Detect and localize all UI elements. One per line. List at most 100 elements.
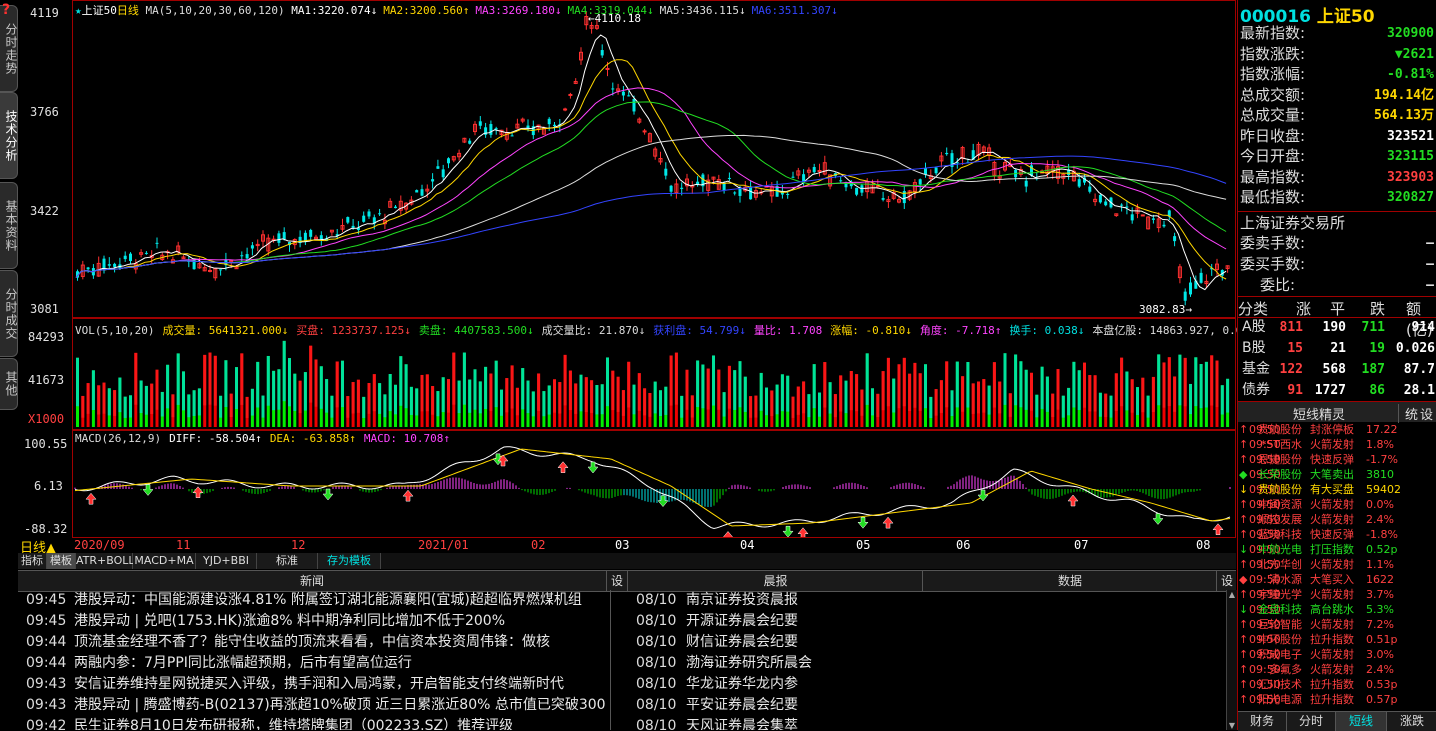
morning-title: 开源证券晨会纪要	[686, 613, 798, 629]
volume-overlay	[1104, 393, 1108, 417]
candle-body	[420, 189, 424, 196]
candle-body	[786, 193, 790, 195]
category-flat: 1727	[1314, 383, 1346, 398]
sprite-item[interactable]: ◆ 09:50 清水源 大笔买入 1622	[1238, 572, 1436, 587]
category-amount: 0.026	[1395, 341, 1435, 356]
sprite-settings-button[interactable]: 设	[1420, 404, 1433, 423]
morning-date: 08/10	[636, 592, 677, 608]
candle-body	[441, 169, 445, 178]
news-scrollbar[interactable]: ▲ ▼	[1226, 590, 1237, 730]
morning-title: 华龙证券华龙内参	[686, 676, 798, 692]
sprite-event: 火箭发射	[1310, 498, 1354, 511]
price-chart[interactable]: ★上证50日线 MA(5,10,20,30,60,120) MA1:3220.0…	[72, 0, 1236, 318]
sprite-item[interactable]: ↑ 09:50 北方华创 火箭发射 1.1%	[1238, 557, 1436, 572]
sprite-item[interactable]: ↑ 09:50 汇川技术 拉升指数 0.53p	[1238, 677, 1436, 692]
sprite-stock: 阳光电源	[1258, 693, 1302, 706]
tab-macd-ma[interactable]: MACD+MA	[133, 553, 196, 569]
morning-item[interactable]: 08/10 天风证券晨会集萃	[628, 716, 1226, 730]
tab-atr-boll[interactable]: ATR+BOLL	[76, 553, 135, 569]
candle-body	[749, 186, 753, 200]
news-item[interactable]: 09:44 两融内参：7月PPI同比涨幅超预期，后市有望高位运行	[18, 653, 630, 674]
volume-overlay	[182, 371, 185, 411]
sprite-item[interactable]: ↑ 09:50 积成电子 火箭发射 3.0%	[1238, 647, 1436, 662]
candle-body	[563, 108, 568, 111]
candle-body	[627, 95, 631, 97]
sprite-item[interactable]: ↓ 09:50 金盘科技 高台跳水 5.3%	[1238, 602, 1436, 617]
morning-item[interactable]: 08/10 渤海证券研究所晨会	[628, 653, 1226, 674]
tab-indicator[interactable]: 指标	[18, 553, 47, 569]
tab-data[interactable]: 数据	[922, 571, 1217, 591]
question-icon[interactable]: ?	[2, 2, 10, 18]
morning-item[interactable]: 08/10 南京证券投资晨报	[628, 590, 1226, 611]
sprite-item[interactable]: ↓ 09:50 贵航股份 有大买盘 59402	[1238, 482, 1436, 497]
tab-updown[interactable]: 涨跌	[1387, 712, 1436, 731]
volume-chart[interactable]: VOL(5,10,20) 成交量: 5641321.000↓ 买盘: 1233737…	[72, 318, 1276, 430]
candle-body	[839, 180, 843, 182]
sprite-item[interactable]: ↑ 09:50 蓝晓科技 快速反弹 -1.8%	[1238, 527, 1436, 542]
sprite-item[interactable]: ↑ 09:50 阳光电源 拉升指数 0.57p	[1238, 692, 1436, 707]
sprite-stats-button[interactable]: 统	[1398, 404, 1418, 423]
tab-template[interactable]: 模板	[47, 553, 76, 569]
sprite-item[interactable]: ↑ 09:50 中闽资源 火箭发射 0.0%	[1238, 497, 1436, 512]
morning-date: 08/10	[636, 697, 677, 713]
death-cross-arrow-icon	[322, 488, 334, 501]
morning-item[interactable]: 08/10 财信证券晨会纪要	[628, 632, 1226, 653]
sprite-item[interactable]: ↑ 09:50 恩捷股份 快速反弹 -1.7%	[1238, 452, 1436, 467]
news-item[interactable]: 09:45 港股异动：中国能源建设涨4.81% 附属签订湖北能源襄阳(宜城)超超临…	[18, 590, 630, 611]
news-settings-button[interactable]: 设	[606, 571, 627, 591]
volume-overlay	[982, 379, 986, 413]
sprite-item[interactable]: ↑ 09:50 多氟多 火箭发射 2.4%	[1238, 662, 1436, 677]
tab-tick-trades[interactable]: 分时成交	[0, 270, 18, 357]
tab-yjd-bbi[interactable]: YJD+BBI	[196, 553, 257, 569]
news-item[interactable]: 09:43 安信证券维持星网锐捷买入评级，携手润和入局鸿蒙，开启智能支付终端新时代	[18, 674, 630, 695]
sprite-item[interactable]: ◆ 09:50 长荣股份 大笔卖出 3810	[1238, 467, 1436, 482]
morning-item[interactable]: 08/10 平安证券晨会纪要	[628, 695, 1226, 716]
date-tick: 06	[956, 538, 971, 552]
volume-overlay	[431, 386, 435, 415]
tab-timeshare[interactable]: 分时走势	[0, 5, 18, 92]
sprite-item[interactable]: ↑ 09:50 巨轮智能 火箭发射 7.2%	[1238, 617, 1436, 632]
vol-stat: 成交量比: 21.870↓	[541, 324, 646, 337]
volume-overlay	[860, 389, 864, 416]
tab-intraday[interactable]: 分时	[1287, 712, 1336, 731]
sprite-item[interactable]: ↑ 09:50 *ST西水 火箭发射 1.8%	[1238, 437, 1436, 452]
category-up: 91	[1287, 383, 1303, 398]
tab-news[interactable]: 新闻	[18, 571, 606, 591]
news-item[interactable]: 09:42 民生证券8月10日发布研报称，维持塔牌集团（002233.SZ）推荐评…	[18, 716, 630, 730]
tab-save-template[interactable]: 存为模板	[318, 553, 381, 569]
volume-axis: 84293 41673 X1000	[18, 318, 72, 430]
sprite-item[interactable]: ↑ 09:50 顺控发展 火箭发射 2.4%	[1238, 512, 1436, 527]
macd-chart[interactable]: MACD(26,12,9) DIFF: -58.504↑ DEA: -63.858↑…	[72, 430, 1236, 538]
news-headline: 港股异动 | 腾盛博药-B(02137)再涨超10%破顶 近三日累涨近80% 总…	[74, 697, 606, 713]
volume-overlay	[415, 388, 419, 416]
quote-row: 今日开盘: 323115	[1240, 146, 1434, 167]
news-item[interactable]: 09:43 港股异动 | 腾盛博药-B(02137)再涨超10%破顶 近三日累涨近…	[18, 695, 630, 716]
sprite-event: 大笔卖出	[1310, 468, 1354, 481]
tab-morning-report[interactable]: 晨报	[627, 571, 923, 591]
tab-finance[interactable]: 财务	[1238, 712, 1287, 731]
tab-fundamentals[interactable]: 基本资料	[0, 182, 18, 269]
data-settings-button[interactable]: 设	[1216, 571, 1237, 591]
sprite-item[interactable]: ↓ 09:50 中航光电 打压指数 0.52p	[1238, 542, 1436, 557]
ma-values: MA1:3220.074↓ MA2:3200.560↑ MA3:3269.180↓ M…	[291, 4, 844, 17]
candle-body	[362, 215, 366, 222]
morning-item[interactable]: 08/10 开源证券晨会纪要	[628, 611, 1226, 632]
sprite-item[interactable]: ↑ 09:50 中环股份 拉升指数 0.51p	[1238, 632, 1436, 647]
morning-date: 08/10	[636, 634, 677, 650]
news-item[interactable]: 09:44 顶流基金经理不香了？能守住收益的顶流来看看，中信资本投资周伟锋：做核	[18, 632, 630, 653]
sprite-item[interactable]: ↑ 09:50 贵航股份 封涨停板 17.22	[1238, 422, 1436, 437]
star-icon[interactable]: ★	[75, 4, 82, 17]
category-flat: 568	[1322, 362, 1346, 377]
sprite-item[interactable]: ↑ 09:50 宇瞳光学 火箭发射 3.7%	[1238, 587, 1436, 602]
tab-short-term[interactable]: 短线	[1336, 712, 1387, 731]
volume-overlay	[759, 372, 763, 411]
quote-value: 320900	[1387, 26, 1434, 41]
quote-row: 最低指数: 320827	[1240, 187, 1434, 208]
news-item[interactable]: 09:45 港股异动 | 兑吧(1753.HK)涨逾8% 料中期净利同比增加不低于…	[18, 611, 630, 632]
tab-technical[interactable]: 技术分析	[0, 92, 18, 179]
volume-overlay	[166, 364, 170, 409]
tab-other[interactable]: 其他	[0, 358, 18, 410]
sprite-value: 1.1%	[1366, 558, 1394, 571]
tab-standard[interactable]: 标准	[257, 553, 318, 569]
morning-item[interactable]: 08/10 华龙证券华龙内参	[628, 674, 1226, 695]
